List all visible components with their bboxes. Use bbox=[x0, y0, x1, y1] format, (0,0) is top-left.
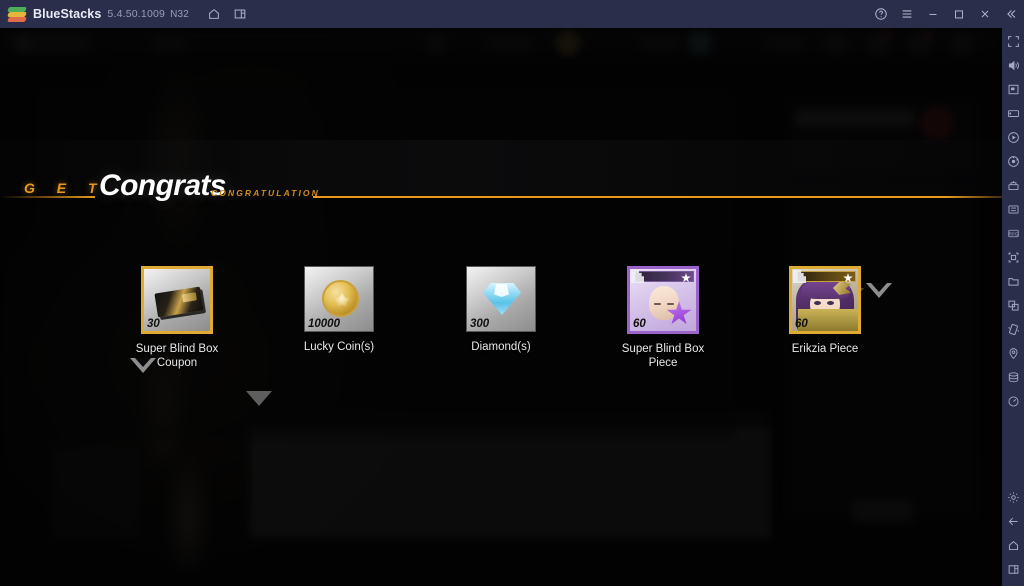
shake-icon[interactable] bbox=[1003, 319, 1023, 339]
get-label: G E T bbox=[24, 180, 106, 196]
app-instance-label: N32 bbox=[170, 8, 190, 20]
app-name: BlueStacks bbox=[33, 7, 102, 21]
diamond-icon[interactable]: 300 bbox=[466, 266, 536, 332]
multi-instance-manager-icon[interactable] bbox=[1003, 175, 1023, 195]
reward-item[interactable]: 30 Super Blind Box Coupon bbox=[121, 266, 234, 370]
screenshot-icon[interactable] bbox=[1003, 79, 1023, 99]
minimize-icon[interactable] bbox=[920, 0, 946, 28]
rpg-mode-icon[interactable]: RPG bbox=[1003, 223, 1023, 243]
reward-label: Erikzia Piece bbox=[791, 343, 859, 355]
reward-quantity: 30 bbox=[147, 318, 160, 330]
reward-quantity: 60 bbox=[795, 318, 808, 330]
titlebar: BlueStacks 5.4.50.1009 N32 bbox=[0, 0, 1024, 28]
home-icon[interactable] bbox=[201, 0, 227, 28]
recent-apps-icon[interactable] bbox=[1003, 559, 1023, 579]
help-icon[interactable] bbox=[868, 0, 894, 28]
reward-label: Super Blind Box Coupon bbox=[135, 343, 219, 369]
bluestacks-logo-icon bbox=[7, 5, 27, 23]
settings-icon[interactable] bbox=[1003, 487, 1023, 507]
media-manager-icon[interactable] bbox=[1003, 271, 1023, 291]
reward-item[interactable]: 60 Erikzia Piece bbox=[769, 266, 882, 370]
bluestacks-sidebar: RPG bbox=[1002, 28, 1024, 586]
reward-label: Lucky Coin(s) bbox=[303, 341, 375, 353]
eco-mode-icon[interactable] bbox=[1003, 199, 1023, 219]
back-icon[interactable] bbox=[1003, 511, 1023, 531]
multi-instance-icon[interactable] bbox=[227, 0, 253, 28]
macro-recorder-icon[interactable] bbox=[1003, 151, 1023, 171]
game-controls-icon[interactable] bbox=[1003, 103, 1023, 123]
decor-triangle-solid-left bbox=[246, 391, 272, 406]
copy-paste-icon[interactable] bbox=[1003, 295, 1023, 315]
svg-text:RPG: RPG bbox=[1008, 231, 1018, 236]
script-icon[interactable] bbox=[1003, 247, 1023, 267]
record-screen-icon[interactable] bbox=[1003, 127, 1023, 147]
header-rule-right bbox=[313, 196, 1002, 198]
reward-label: Diamond(s) bbox=[471, 341, 531, 353]
android-home-icon[interactable] bbox=[1003, 535, 1023, 555]
blind-box-coupon-icon[interactable]: 30 bbox=[141, 266, 213, 334]
header-rule-left bbox=[0, 196, 95, 198]
reward-list: 30 Super Blind Box Coupon 10000 Lucky Co… bbox=[0, 266, 1002, 370]
disk-cleanup-icon[interactable] bbox=[1003, 367, 1023, 387]
collapse-sidebar-icon[interactable] bbox=[998, 0, 1024, 28]
maximize-icon[interactable] bbox=[946, 0, 972, 28]
close-icon[interactable] bbox=[972, 0, 998, 28]
menu-icon[interactable] bbox=[894, 0, 920, 28]
game-viewport[interactable]: G E T Congrats CONGRATULATION 30 Super B… bbox=[0, 28, 1002, 586]
fullscreen-icon[interactable] bbox=[1003, 31, 1023, 51]
trim-memory-icon[interactable] bbox=[1003, 391, 1023, 411]
reward-label: Super Blind Box Piece bbox=[621, 343, 705, 369]
blind-box-piece-icon[interactable]: 60 bbox=[627, 266, 699, 334]
reward-quantity: 60 bbox=[633, 318, 646, 330]
lucky-coin-icon[interactable]: 10000 bbox=[304, 266, 374, 332]
app-version: 5.4.50.1009 bbox=[107, 8, 166, 20]
erikzia-piece-icon[interactable]: 60 bbox=[789, 266, 861, 334]
reward-item[interactable]: 60 Super Blind Box Piece bbox=[607, 266, 720, 370]
reward-quantity: 300 bbox=[470, 318, 490, 330]
congrats-subtitle: CONGRATULATION bbox=[211, 188, 320, 198]
congrats-title: Congrats bbox=[99, 169, 226, 202]
reward-item[interactable]: 300 Diamond(s) bbox=[445, 266, 558, 370]
location-icon[interactable] bbox=[1003, 343, 1023, 363]
reward-item[interactable]: 10000 Lucky Coin(s) bbox=[283, 266, 396, 370]
volume-icon[interactable] bbox=[1003, 55, 1023, 75]
reward-quantity: 10000 bbox=[308, 318, 340, 330]
